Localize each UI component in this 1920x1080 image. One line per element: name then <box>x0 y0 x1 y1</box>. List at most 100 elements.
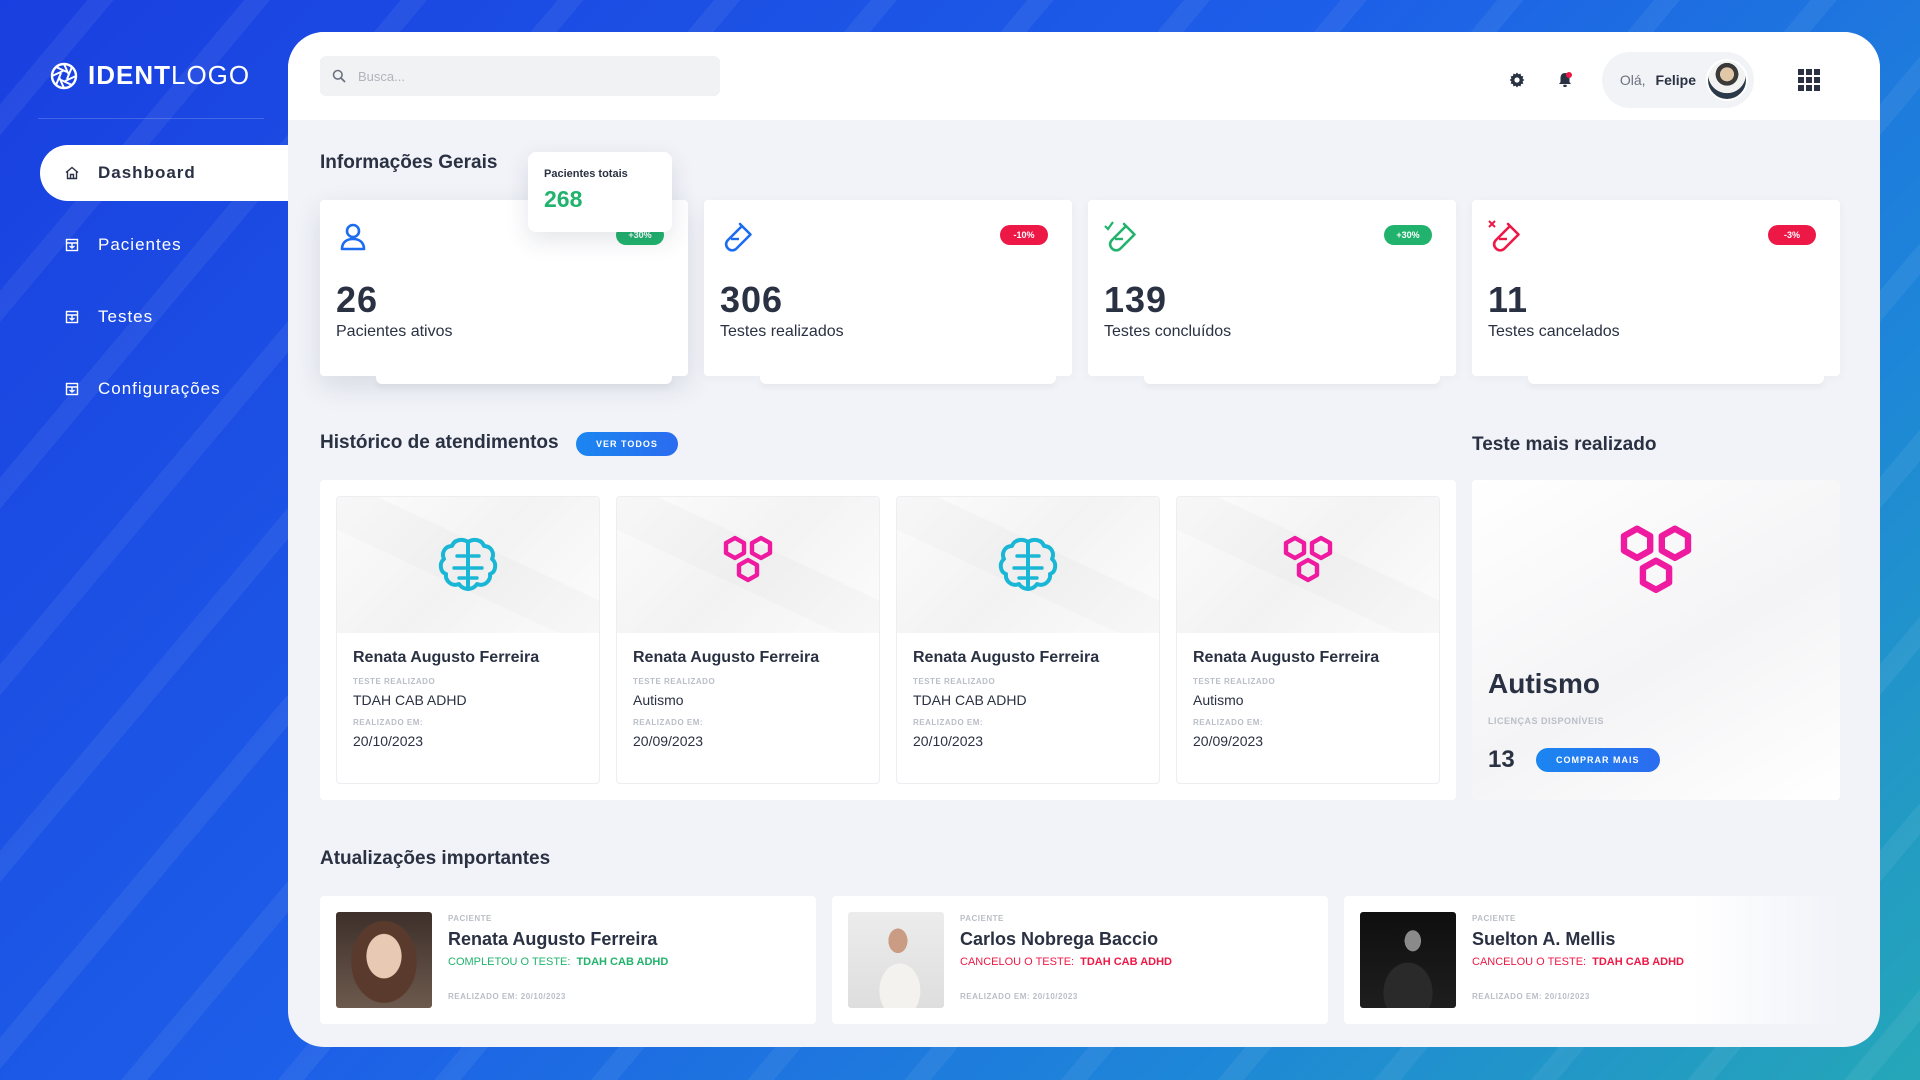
inbox-icon <box>65 310 79 324</box>
sidebar-item-label: Pacientes <box>98 235 182 254</box>
patient-name: Renata Augusto Ferreira <box>448 929 658 949</box>
stat-value: 11 <box>1488 279 1529 320</box>
sidebar: IDENTLOGO Dashboard Pacientes Testes Con… <box>0 0 290 1080</box>
update-action: CANCELOU O TESTE: TDAH CAB ADHD <box>1472 956 1684 968</box>
search-input[interactable] <box>358 68 688 84</box>
test-name: TDAH CAB ADHD <box>913 692 1027 708</box>
test-date: 20/10/2023 <box>913 733 984 749</box>
apps-menu-icon[interactable] <box>1798 69 1820 91</box>
stat-card-tests-cancelled[interactable]: -3% 11 Testes cancelados <box>1472 200 1840 384</box>
patient-caption: PACIENTE <box>960 914 1004 923</box>
stat-value: 26 <box>336 279 379 320</box>
total-patients-tooltip: Pacientes totais 268 <box>528 152 672 232</box>
test-name: Autismo <box>633 692 684 708</box>
hexagons-icon <box>1283 535 1333 583</box>
brain-icon <box>438 537 498 591</box>
test-date: 20/09/2023 <box>1193 733 1264 749</box>
settings-button[interactable] <box>1506 69 1528 91</box>
card-hero <box>1177 497 1439 633</box>
stat-label: Testes concluídos <box>1104 323 1232 340</box>
sidebar-item-dashboard[interactable]: Dashboard <box>40 145 290 201</box>
update-date: REALIZADO EM: 20/10/2023 <box>1472 992 1590 1001</box>
test-date: 20/09/2023 <box>633 733 704 749</box>
top-test-panel: Autismo LICENÇAS DISPONÍVEIS 13 COMPRAR … <box>1472 480 1840 800</box>
stat-value: 139 <box>1104 279 1168 320</box>
stat-label: Testes cancelados <box>1488 323 1620 340</box>
notifications-button[interactable] <box>1554 69 1576 91</box>
stat-value: 306 <box>720 279 784 320</box>
buy-more-button[interactable]: COMPRAR MAIS <box>1536 748 1660 772</box>
user-menu[interactable]: Olá, Felipe <box>1601 52 1754 108</box>
hexagons-icon <box>723 535 773 583</box>
sidebar-nav: Dashboard Pacientes Testes Configurações <box>0 145 290 433</box>
test-tube-x-icon <box>1488 220 1520 252</box>
update-card[interactable]: PACIENTE Carlos Nobrega Baccio CANCELOU … <box>832 896 1328 1024</box>
see-all-button[interactable]: VER TODOS <box>576 432 678 456</box>
history-card[interactable]: Renata Augusto Ferreira TESTE REALIZADO … <box>336 496 600 784</box>
tooltip-value: 268 <box>544 186 583 212</box>
patient-name: Renata Augusto Ferreira <box>1193 649 1380 666</box>
test-tube-check-icon <box>1104 221 1136 252</box>
top-bar: Olá, Felipe <box>288 32 1880 120</box>
brand-logo[interactable]: IDENTLOGO <box>50 60 250 91</box>
stat-label: Pacientes ativos <box>336 323 453 340</box>
date-caption: REALIZADO EM: <box>353 718 424 727</box>
patient-name: Renata Augusto Ferreira <box>353 649 540 666</box>
date-caption: REALIZADO EM: <box>1193 718 1264 727</box>
tooltip-label: Pacientes totais <box>544 168 628 180</box>
history-card[interactable]: Renata Augusto Ferreira TESTE REALIZADO … <box>616 496 880 784</box>
top-test-name: Autismo <box>1488 668 1600 699</box>
greeting-text: Olá, <box>1619 72 1646 88</box>
aperture-logo-icon <box>50 62 78 89</box>
overview-title: Informações Gerais <box>320 152 498 173</box>
date-caption: REALIZADO EM: <box>913 718 984 727</box>
sidebar-item-label: Dashboard <box>98 163 196 182</box>
card-hero <box>897 497 1159 633</box>
history-card[interactable]: Renata Augusto Ferreira TESTE REALIZADO … <box>896 496 1160 784</box>
test-caption: TESTE REALIZADO <box>353 677 436 686</box>
brain-icon <box>998 537 1058 591</box>
avatar <box>1706 59 1748 101</box>
user-name: Felipe <box>1655 72 1696 88</box>
history-card[interactable]: Renata Augusto Ferreira TESTE REALIZADO … <box>1176 496 1440 784</box>
sidebar-item-configuracoes[interactable]: Configurações <box>0 361 290 417</box>
stat-label: Testes realizados <box>720 323 844 340</box>
test-caption: TESTE REALIZADO <box>913 677 996 686</box>
patient-caption: PACIENTE <box>1472 914 1516 923</box>
stat-card-tests-done[interactable]: -10% 306 Testes realizados <box>704 200 1072 384</box>
divider <box>38 118 264 119</box>
update-action: COMPLETOU O TESTE: TDAH CAB ADHD <box>448 956 669 968</box>
test-tube-icon <box>724 222 752 252</box>
top-test-title: Teste mais realizado <box>1472 434 1657 455</box>
search-box[interactable] <box>320 56 720 96</box>
sidebar-item-pacientes[interactable]: Pacientes <box>0 217 290 273</box>
inbox-icon <box>65 238 79 252</box>
stat-card-tests-completed[interactable]: +30% 139 Testes concluídos <box>1088 200 1456 384</box>
sidebar-item-testes[interactable]: Testes <box>0 289 290 345</box>
home-icon <box>65 166 79 180</box>
history-title: Histórico de atendimentos <box>320 432 559 453</box>
test-caption: TESTE REALIZADO <box>1193 677 1276 686</box>
update-action: CANCELOU O TESTE: TDAH CAB ADHD <box>960 956 1172 968</box>
bell-icon <box>1558 72 1572 87</box>
update-date: REALIZADO EM: 20/10/2023 <box>448 992 566 1001</box>
patient-photo <box>848 912 944 1008</box>
trend-badge: -3% <box>1768 225 1816 245</box>
card-hero <box>617 497 879 633</box>
hexagons-icon <box>1620 525 1692 594</box>
brand-name: IDENTLOGO <box>88 60 251 90</box>
update-card[interactable]: PACIENTE Suelton A. Mellis CANCELOU O TE… <box>1344 896 1840 1024</box>
licenses-count: 13 <box>1488 746 1515 773</box>
user-icon <box>340 223 366 251</box>
update-card[interactable]: PACIENTE Renata Augusto Ferreira COMPLET… <box>320 896 816 1024</box>
updates-title: Atualizações importantes <box>320 848 551 869</box>
update-date: REALIZADO EM: 20/10/2023 <box>960 992 1078 1001</box>
patient-name: Carlos Nobrega Baccio <box>960 929 1159 949</box>
test-caption: TESTE REALIZADO <box>633 677 716 686</box>
card-hero <box>337 497 599 633</box>
trend-badge: +30% <box>1384 225 1432 245</box>
history-panel: Renata Augusto Ferreira TESTE REALIZADO … <box>320 480 1456 800</box>
trend-badge: -10% <box>1000 225 1048 245</box>
sidebar-item-label: Testes <box>98 307 154 326</box>
patient-photo <box>336 912 432 1008</box>
